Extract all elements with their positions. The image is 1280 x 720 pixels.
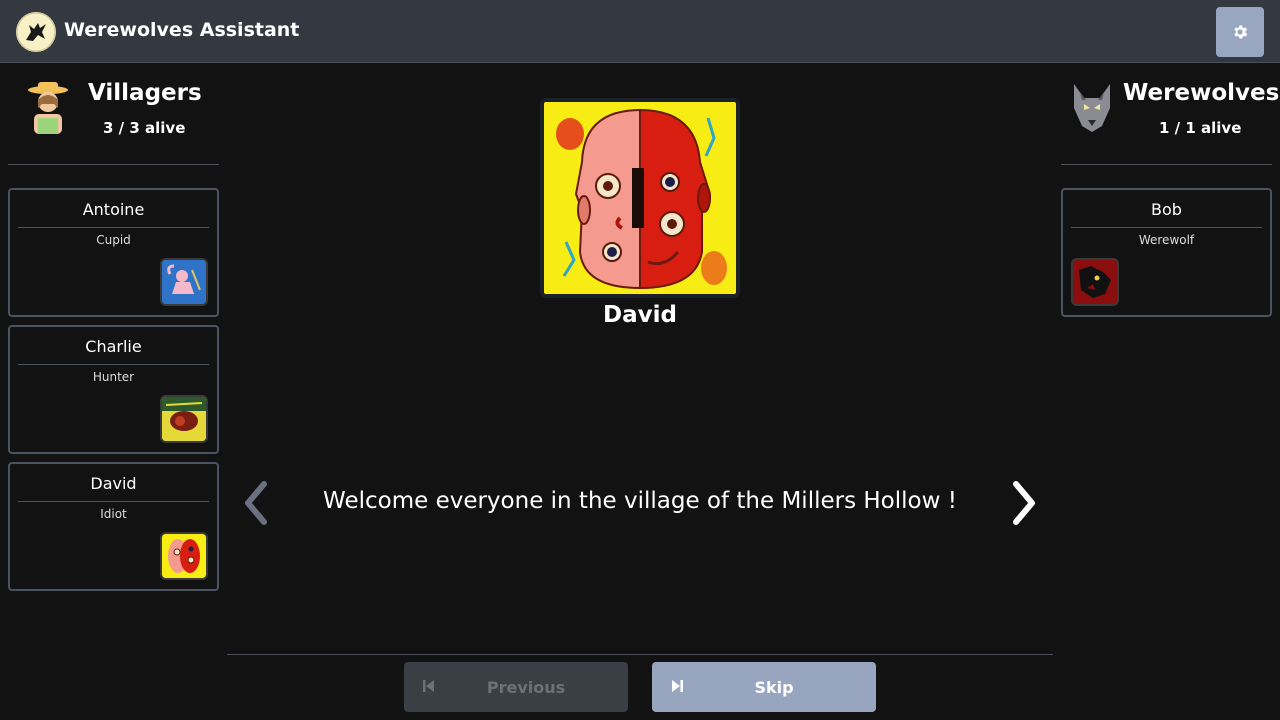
chevron-right-icon [1013,481,1035,525]
idiot-icon [544,102,736,294]
villager-woman-icon [28,82,68,134]
villagers-divider [8,164,219,165]
chevron-left-icon [245,481,267,525]
skip-forward-icon [672,680,683,692]
hunter-icon [160,395,208,443]
player-role: Werewolf [1138,233,1195,247]
previous-arrow-button[interactable] [236,478,276,528]
previous-button-label: Previous [486,677,566,697]
current-player-role-card [540,98,740,298]
wolf-head-icon [1074,84,1110,132]
app-title: Werewolves Assistant [64,19,300,41]
next-arrow-button[interactable] [1004,478,1044,528]
skip-back-icon [423,680,434,692]
player-card-bob[interactable]: Bob Werewolf [1061,188,1272,317]
player-role: Hunter [92,370,135,384]
player-name: Charlie [18,337,209,365]
werewolves-alive-count: 1 / 1 alive [1159,119,1242,137]
bottom-divider [227,654,1053,655]
skip-button[interactable]: Skip [652,662,876,712]
player-card-david[interactable]: David Idiot [8,462,219,591]
player-name: David [18,474,209,502]
player-name: Bob [1071,200,1262,228]
previous-button[interactable]: Previous [404,662,628,712]
player-role: Idiot [100,507,127,521]
werewolves-team-name: Werewolves [1123,80,1280,106]
player-name: Antoine [18,200,209,228]
cupid-icon [160,258,208,306]
werewolf-icon [1071,258,1119,306]
settings-button[interactable] [1216,7,1264,57]
player-card-charlie[interactable]: Charlie Hunter [8,325,219,454]
top-bar: Werewolves Assistant [0,0,1280,63]
howling-wolf-icon [16,12,56,52]
skip-button-label: Skip [754,677,794,697]
villagers-team-name: Villagers [88,80,202,106]
werewolves-divider [1061,164,1272,165]
gear-icon [1234,25,1248,39]
narrator-message: Welcome everyone in the village of the M… [323,488,957,514]
villagers-alive-count: 3 / 3 alive [103,119,186,137]
current-player-name: David [603,302,677,328]
player-role: Cupid [96,233,131,247]
idiot-icon [160,532,208,580]
player-card-antoine[interactable]: Antoine Cupid [8,188,219,317]
